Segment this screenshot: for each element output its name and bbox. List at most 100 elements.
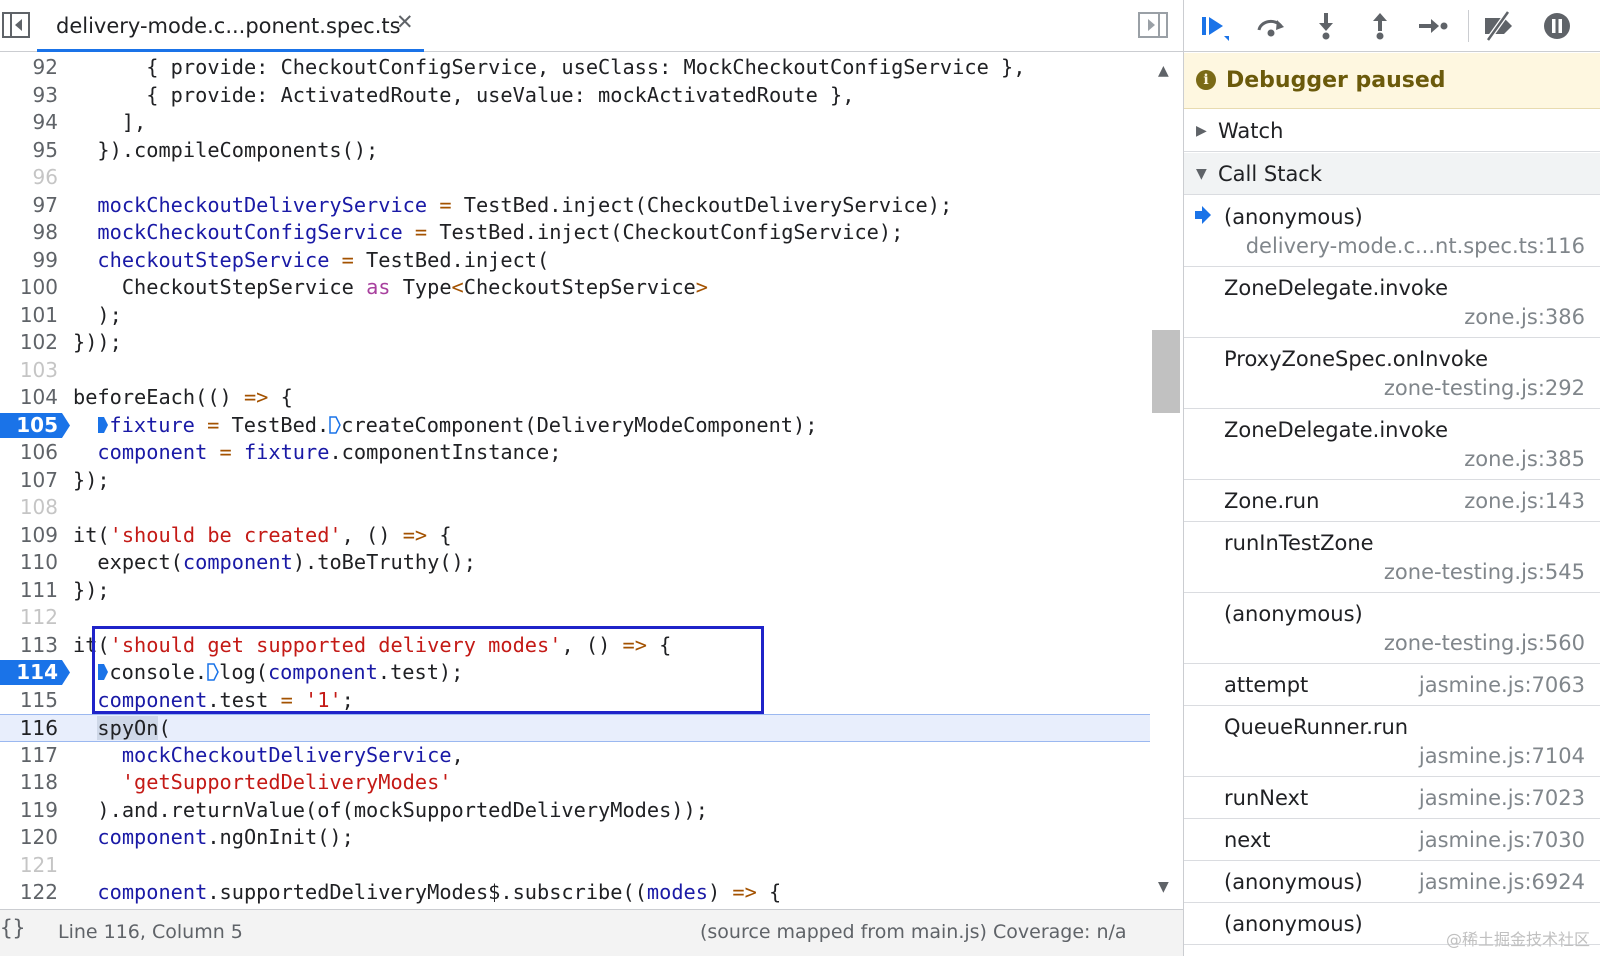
code-line[interactable]: 104 beforeEach(() => { xyxy=(0,384,1150,412)
code-line[interactable]: 114 console. log(component.test); xyxy=(0,659,1150,687)
call-frame[interactable]: ZoneDelegate.invoke zone.js:386 xyxy=(1184,267,1600,338)
inline-breakpoint-active-icon[interactable] xyxy=(97,663,109,681)
step-icon[interactable] xyxy=(1416,10,1450,42)
scroll-up-icon[interactable]: ▲ xyxy=(1158,63,1169,79)
code-line[interactable]: 93 { provide: ActivatedRoute, useValue: … xyxy=(0,82,1150,110)
code-line[interactable]: 102})); xyxy=(0,329,1150,357)
line-number[interactable]: 97 xyxy=(0,192,58,220)
code-line[interactable]: 119 ).and.returnValue(of(mockSupportedDe… xyxy=(0,797,1150,825)
line-number[interactable]: 120 xyxy=(0,824,58,852)
call-frame[interactable]: QueueRunner.run jasmine.js:7104 xyxy=(1184,706,1600,777)
toggle-debugger-icon[interactable] xyxy=(1138,12,1168,38)
code-line[interactable]: 101 ); xyxy=(0,302,1150,330)
call-frame[interactable]: next jasmine.js:7030 xyxy=(1184,819,1600,861)
code-line[interactable]: 118 'getSupportedDeliveryModes' xyxy=(0,769,1150,797)
toggle-navigator-icon[interactable] xyxy=(2,12,30,38)
line-number[interactable]: 92 xyxy=(0,54,58,82)
call-frame-location[interactable]: zone-testing.js:560 xyxy=(1384,631,1585,655)
call-frame[interactable]: (anonymous) zone-testing.js:560 xyxy=(1184,593,1600,664)
call-frame[interactable]: runInTestZone zone-testing.js:545 xyxy=(1184,522,1600,593)
code-line[interactable]: 98 mockCheckoutConfigService = TestBed.i… xyxy=(0,219,1150,247)
code-line[interactable]: 94 ], xyxy=(0,109,1150,137)
code-line[interactable]: 107}); xyxy=(0,467,1150,495)
file-tab[interactable]: delivery-mode.c...ponent.spec.ts ✕ xyxy=(37,0,424,52)
code-line[interactable]: 92 { provide: CheckoutConfigService, use… xyxy=(0,54,1150,82)
call-frame[interactable]: runNext jasmine.js:7023 xyxy=(1184,777,1600,819)
code-line[interactable]: 113 it('should get supported delivery mod… xyxy=(0,632,1150,660)
code-line[interactable]: 100 CheckoutStepService as Type<Checkout… xyxy=(0,274,1150,302)
call-frame-location[interactable]: zone-testing.js:545 xyxy=(1384,560,1585,584)
line-number[interactable]: 109 xyxy=(0,522,58,550)
line-number[interactable]: 101 xyxy=(0,302,58,330)
step-out-icon[interactable] xyxy=(1363,10,1397,42)
call-frame[interactable]: ZoneDelegate.invoke zone.js:385 xyxy=(1184,409,1600,480)
call-frame-location[interactable]: zone.js:143 xyxy=(1464,489,1585,513)
line-number[interactable]: 95 xyxy=(0,137,58,165)
close-tab-icon[interactable]: ✕ xyxy=(396,10,414,34)
line-number[interactable]: 113 xyxy=(0,632,58,660)
code-line[interactable]: 121 xyxy=(0,852,1150,880)
line-number[interactable]: 104 xyxy=(0,384,58,412)
watch-section-header[interactable]: ▶ Watch xyxy=(1184,110,1600,152)
call-frame[interactable]: (anonymous) jasmine.js:6924 xyxy=(1184,861,1600,903)
line-number[interactable]: 100 xyxy=(0,274,58,302)
call-frame-location[interactable]: jasmine.js:6924 xyxy=(1419,870,1585,894)
code-line[interactable]: 95 }).compileComponents(); xyxy=(0,137,1150,165)
code-line[interactable]: 111}); xyxy=(0,577,1150,605)
call-frame-location[interactable]: delivery-mode.c...nt.spec.ts:116 xyxy=(1246,234,1585,258)
line-number[interactable]: 117 xyxy=(0,742,58,770)
inline-breakpoint-inactive-icon[interactable] xyxy=(329,415,342,434)
source-map-info[interactable]: (source mapped from main.js) Coverage: n… xyxy=(700,921,1127,943)
line-number[interactable]: 119 xyxy=(0,797,58,825)
code-line[interactable]: 106 component = fixture.componentInstanc… xyxy=(0,439,1150,467)
code-line[interactable]: 116 spyOn( xyxy=(0,714,1150,742)
call-frame-location[interactable]: zone.js:386 xyxy=(1464,305,1585,329)
code-line[interactable]: 108 xyxy=(0,494,1150,522)
line-number[interactable]: 121 xyxy=(0,852,58,880)
line-number[interactable]: 108 xyxy=(0,494,58,522)
line-number[interactable]: 98 xyxy=(0,219,58,247)
step-over-icon[interactable] xyxy=(1254,10,1288,42)
pretty-print-button[interactable]: {} xyxy=(0,916,25,940)
line-number[interactable]: 110 xyxy=(0,549,58,577)
code-line[interactable]: 109 it('should be created', () => { xyxy=(0,522,1150,550)
line-number[interactable]: 96 xyxy=(0,164,58,192)
code-line[interactable]: 120 component.ngOnInit(); xyxy=(0,824,1150,852)
line-number[interactable]: 111 xyxy=(0,577,58,605)
code-line[interactable]: 96 xyxy=(0,164,1150,192)
inline-breakpoint-inactive-icon[interactable] xyxy=(207,663,219,681)
call-frame-location[interactable]: jasmine.js:7030 xyxy=(1419,828,1585,852)
code-line[interactable]: 115 component.test = '1'; xyxy=(0,687,1150,715)
line-number[interactable]: 115 xyxy=(0,687,58,715)
line-number[interactable]: 116 xyxy=(0,715,58,743)
code-line[interactable]: 110 expect(component).toBeTruthy(); xyxy=(0,549,1150,577)
call-frame-location[interactable]: jasmine.js:7104 xyxy=(1419,744,1585,768)
call-stack-section-header[interactable]: ▼ Call Stack xyxy=(1184,153,1600,195)
code-line[interactable]: 103 xyxy=(0,357,1150,385)
call-frame[interactable]: attempt jasmine.js:7063 xyxy=(1184,664,1600,706)
call-frame[interactable]: ProxyZoneSpec.onInvoke zone-testing.js:29… xyxy=(1184,338,1600,409)
code-view[interactable]: 92 { provide: CheckoutConfigService, use… xyxy=(0,53,1150,909)
resume-icon[interactable] xyxy=(1198,10,1232,42)
code-line[interactable]: 97 mockCheckoutDeliveryService = TestBed… xyxy=(0,192,1150,220)
pause-on-exceptions-icon[interactable] xyxy=(1539,10,1573,42)
line-number[interactable]: 94 xyxy=(0,109,58,137)
call-frame[interactable]: Zone.run zone.js:143 xyxy=(1184,480,1600,522)
step-into-icon[interactable] xyxy=(1309,10,1343,42)
call-frame-location[interactable]: zone-testing.js:292 xyxy=(1384,376,1585,400)
call-frame-location[interactable]: jasmine.js:7023 xyxy=(1419,786,1585,810)
line-number[interactable]: 112 xyxy=(0,604,58,632)
line-number[interactable]: 107 xyxy=(0,467,58,495)
code-line[interactable]: 99 checkoutStepService = TestBed.inject( xyxy=(0,247,1150,275)
call-frame-location[interactable]: jasmine.js:7063 xyxy=(1419,673,1585,697)
code-line[interactable]: 105 fixture = TestBed. createComponent(De… xyxy=(0,412,1150,440)
editor-scrollbar[interactable]: ▲ ▼ xyxy=(1150,53,1183,909)
call-frame-location[interactable]: zone.js:385 xyxy=(1464,447,1585,471)
line-number[interactable]: 99 xyxy=(0,247,58,275)
line-number[interactable]: 118 xyxy=(0,769,58,797)
scrollbar-thumb[interactable] xyxy=(1152,330,1180,413)
line-number[interactable]: 122 xyxy=(0,879,58,907)
line-number[interactable]: 106 xyxy=(0,439,58,467)
code-line[interactable]: 117 mockCheckoutDeliveryService, xyxy=(0,742,1150,770)
call-frame[interactable]: (anonymous) delivery-mode.c...nt.spec.ts:… xyxy=(1184,196,1600,267)
